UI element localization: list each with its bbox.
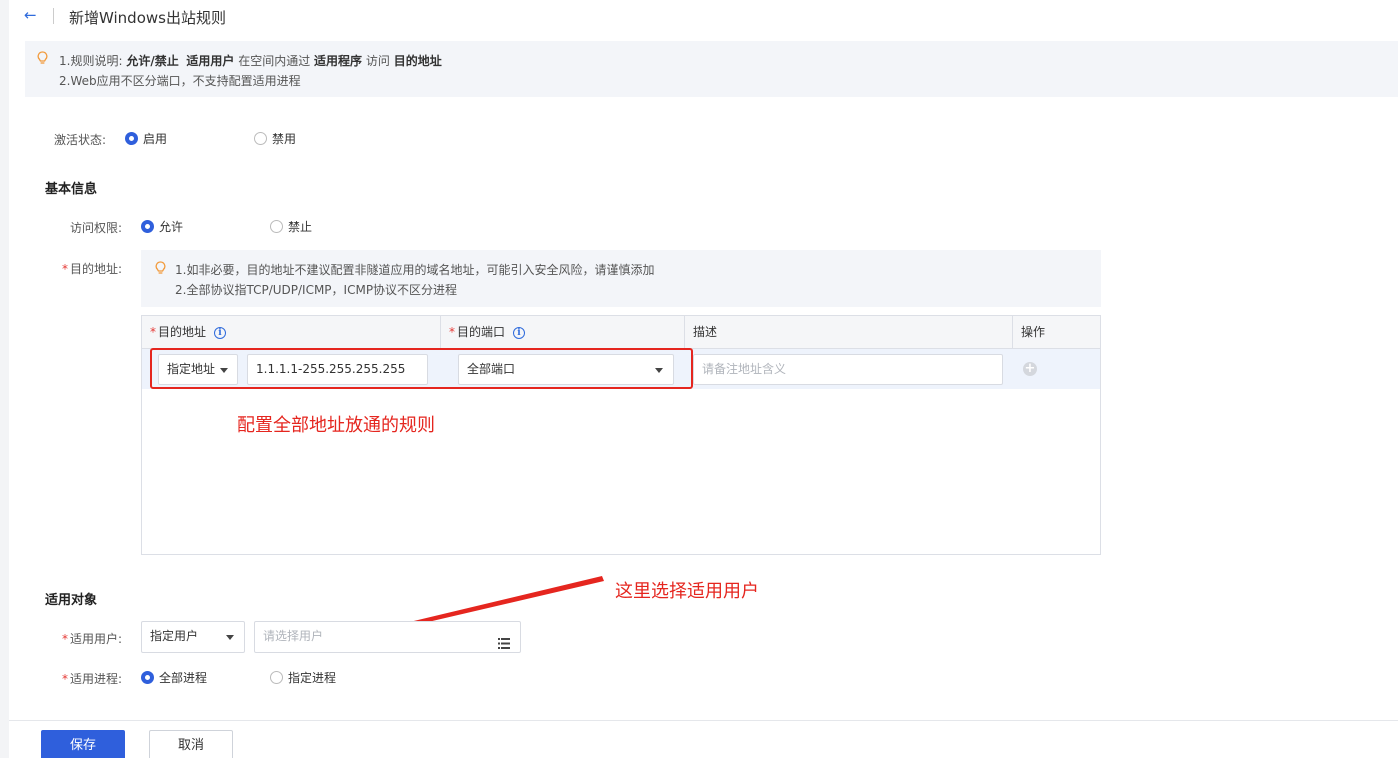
cancel-button[interactable]: 取消: [149, 730, 233, 758]
radio-disabled[interactable]: 禁用: [254, 130, 296, 147]
radio-all-processes[interactable]: 全部进程: [141, 669, 207, 686]
left-sidebar-strip: [0, 0, 9, 758]
target-heading: 适用对象: [45, 593, 98, 608]
destination-tip-line2: 2.全部协议指TCP/UDP/ICMP，ICMP协议不区分进程: [175, 283, 458, 297]
access-permission-label: 访问权限:: [69, 221, 122, 235]
page-title: 新增Windows出站规则: [69, 9, 226, 27]
radio-unchecked-icon: [270, 671, 283, 684]
radio-checked-icon: [141, 671, 154, 684]
destination-address-label: * 目的地址:: [61, 262, 122, 276]
basic-info-heading: 基本信息: [45, 182, 98, 197]
rule-description-tip: 1.规则说明: 允许/禁止 适用用户 在空间内通过 适用程序 访问 目的地址 2…: [25, 41, 1398, 97]
annotation-rule-text: 配置全部地址放通的规则: [237, 415, 435, 436]
description-input[interactable]: 请备注地址含义: [693, 354, 1003, 385]
radio-enabled[interactable]: 启用: [125, 130, 167, 147]
radio-deny[interactable]: 禁止: [270, 218, 312, 235]
list-icon[interactable]: [498, 631, 510, 652]
caret-down-icon: [226, 635, 234, 640]
rule-tip-line1: 1.规则说明: 允许/禁止 适用用户 在空间内通过 适用程序 访问 目的地址: [59, 54, 442, 68]
radio-unchecked-icon: [270, 220, 283, 233]
radio-checked-icon: [125, 132, 138, 145]
destination-tip: 1.如非必要，目的地址不建议配置非隧道应用的域名地址，可能引入安全风险，请谨慎添…: [141, 250, 1101, 307]
radio-unchecked-icon: [254, 132, 267, 145]
activation-status-label: 激活状态:: [53, 133, 106, 147]
applicable-process-label: * 适用进程:: [61, 672, 122, 686]
column-header-address: * 目的地址 i: [142, 316, 441, 349]
info-icon[interactable]: i: [214, 326, 227, 339]
back-arrow-icon[interactable]: ←: [24, 6, 37, 24]
annotation-user-text: 这里选择适用用户: [615, 581, 759, 602]
info-icon[interactable]: i: [513, 326, 526, 339]
annotation-highlight-box: [150, 348, 693, 389]
user-picker-input[interactable]: 请选择用户: [254, 621, 521, 653]
radio-checked-icon: [141, 220, 154, 233]
lightbulb-icon: [155, 261, 166, 278]
column-header-operation: 操作: [1021, 325, 1046, 339]
save-button[interactable]: 保存: [41, 730, 125, 758]
column-header-port: * 目的端口 i: [441, 316, 685, 349]
radio-allow[interactable]: 允许: [141, 218, 183, 235]
rule-tip-line2: 2.Web应用不区分端口，不支持配置适用进程: [59, 74, 301, 88]
header-divider: [53, 8, 54, 24]
column-header-description: 描述: [685, 316, 1013, 349]
applicable-user-label: * 适用用户:: [61, 632, 122, 646]
table-header: * 目的地址 i * 目的端口 i 描述 操作: [142, 316, 1100, 349]
radio-specific-process[interactable]: 指定进程: [270, 669, 336, 686]
user-type-select[interactable]: 指定用户: [141, 621, 245, 653]
destination-tip-line1: 1.如非必要，目的地址不建议配置非隧道应用的域名地址，可能引入安全风险，请谨慎添…: [175, 263, 655, 277]
add-row-icon[interactable]: +: [1023, 362, 1037, 376]
footer-divider: [9, 720, 1398, 721]
lightbulb-icon: [37, 51, 48, 69]
